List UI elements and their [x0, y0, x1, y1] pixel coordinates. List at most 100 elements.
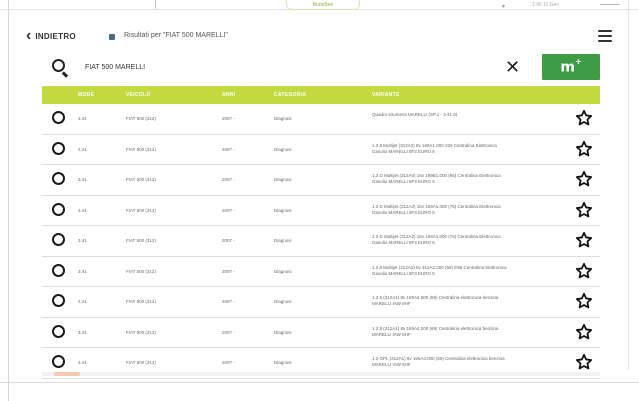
- star-outline-icon[interactable]: [575, 170, 593, 188]
- table-row[interactable]: 3.41 FIAT 500 (312) 2007 - Diagnosi 1.3 D Mu…: [42, 226, 600, 257]
- cell-mode: 3.41: [78, 207, 87, 213]
- table-body: 3.41 FIAT 500 (312) 2007 - Diagnosi Quadro s…: [42, 104, 600, 379]
- status-time: 1:45 11 Gen: [532, 2, 560, 8]
- page-header: ‹ INDIETRO Risultati per "FIAT 500 MAREL…: [26, 26, 616, 48]
- cell-variant: 1.2 8 (312A1) 8v 169A4.000 (69) Centrali…: [372, 295, 499, 306]
- table-row[interactable]: 3.41 FIAT 500 (312) 2007 - Diagnosi Quadro s…: [42, 104, 600, 135]
- search-bar: ✕ m+: [52, 54, 600, 82]
- radio-icon[interactable]: [52, 324, 65, 338]
- table-row[interactable]: 3.41 FIAT 500 (312) 2007 - Diagnosi 1.2 8 (3…: [42, 287, 600, 318]
- cell-category: Diagnosi: [274, 329, 292, 335]
- cell-vehicle: FIAT 500 (312): [126, 360, 156, 365]
- search-icon[interactable]: [52, 59, 69, 78]
- cell-vehicle: FIAT 500 (312): [126, 268, 156, 274]
- cell-vehicle: FIAT 500 (312): [126, 299, 156, 304]
- cell-variant: 1.3 D Multijet (312A5) 16v 199B1.000 (95…: [372, 173, 501, 184]
- results-table: MODE VEICOLO ANNI CATEGORIA VARIANTE 3.4…: [42, 86, 600, 379]
- table-row[interactable]: 3.41 FIAT 500 (312) 2007 - Diagnosi 1.3 D Mu…: [42, 196, 600, 226]
- cell-variant: 1.2 GPL (312A1) 8v 169A4.000 (69) Centra…: [372, 356, 505, 367]
- cell-years: 2007 -: [222, 238, 235, 243]
- cell-years: 2007 -: [222, 329, 235, 335]
- cell-category: Diagnosi: [274, 207, 292, 213]
- table-header: MODE VEICOLO ANNI CATEGORIA VARIANTE: [42, 86, 600, 104]
- cell-years: 2007 -: [222, 177, 235, 182]
- table-row[interactable]: 3.41 FIAT 500 (312) 2007 - Diagnosi 1.2 8 (3…: [42, 318, 600, 348]
- cell-category: Diagnosi: [274, 360, 292, 365]
- status-bar: BrainBee ▾ 1:45 11 Gen: [0, 0, 639, 12]
- back-button[interactable]: ‹ INDIETRO: [26, 28, 76, 44]
- radio-icon[interactable]: [52, 355, 65, 368]
- table-row[interactable]: 3.41 FIAT 500 (312) 2007 - Diagnosi 1.3 D Mu…: [42, 165, 600, 196]
- brand-logo: BrainBee: [286, 0, 360, 10]
- left-frame-line: [8, 0, 9, 401]
- status-line: [600, 4, 620, 5]
- cell-category: Diagnosi: [274, 299, 292, 304]
- star-outline-icon[interactable]: [575, 262, 593, 280]
- back-label: INDIETRO: [35, 31, 76, 41]
- right-frame-line: [628, 0, 629, 370]
- column-header-vehicle[interactable]: VEICOLO: [126, 92, 151, 98]
- add-entry-icon: m+: [560, 56, 582, 76]
- cell-years: 2007 -: [222, 207, 235, 213]
- cell-variant: 1.3 D Multijet (312A2) 16v 169A1.000 (75…: [372, 234, 501, 245]
- radio-icon[interactable]: [52, 141, 65, 155]
- cell-category: Diagnosi: [274, 268, 292, 274]
- cell-years: 2007 -: [222, 116, 235, 121]
- folder-icon: [109, 34, 115, 40]
- cell-variant: 1.2 8 Multijet (312A2) 8v 312A2.000 (69)…: [372, 264, 507, 276]
- cell-years: 2007 -: [222, 360, 235, 365]
- cell-category: Diagnosi: [274, 238, 292, 243]
- star-outline-icon[interactable]: [575, 140, 593, 158]
- add-entry-button[interactable]: m+: [542, 54, 600, 80]
- cell-mode: 3.41: [78, 116, 87, 121]
- close-icon[interactable]: ✕: [505, 58, 520, 76]
- cell-mode: 3.41: [78, 360, 87, 365]
- cell-variant: 1.2 8 (312A1) 8v 169A4.000 (69) Centrali…: [372, 325, 499, 337]
- radio-icon[interactable]: [52, 172, 65, 185]
- cell-vehicle: FIAT 500 (312): [126, 207, 156, 213]
- star-outline-icon[interactable]: [575, 109, 593, 127]
- cell-years: 2007 -: [222, 299, 235, 304]
- status-indicator-icon: ▾: [502, 4, 506, 10]
- column-header-mode[interactable]: MODE: [78, 92, 94, 98]
- cell-mode: 3.41: [78, 268, 87, 274]
- horizontal-scrollbar[interactable]: [42, 372, 600, 376]
- radio-icon[interactable]: [52, 111, 65, 124]
- cell-mode: 3.41: [78, 146, 87, 152]
- breadcrumb: Risultati per "FIAT 500 MARELLI": [124, 32, 228, 39]
- radio-icon[interactable]: [52, 202, 65, 216]
- star-outline-icon[interactable]: [575, 323, 593, 341]
- column-header-category[interactable]: CATEGORIA: [274, 92, 306, 98]
- star-outline-icon[interactable]: [575, 353, 593, 371]
- scrollbar-thumb[interactable]: [54, 372, 80, 376]
- cell-variant: Quadro strumenti MARELLI (SP.1 - 3.41.8): [372, 112, 458, 117]
- cell-mode: 3.41: [78, 299, 87, 304]
- star-outline-icon[interactable]: [575, 292, 593, 310]
- chevron-left-icon: ‹: [26, 27, 32, 44]
- column-header-years[interactable]: ANNI: [222, 92, 235, 98]
- table-row[interactable]: 3.41 FIAT 500 (312) 2007 - Diagnosi 1.2 8 Mu…: [42, 135, 600, 165]
- cell-category: Diagnosi: [274, 116, 292, 121]
- cell-vehicle: FIAT 500 (312): [126, 146, 156, 152]
- radio-icon[interactable]: [52, 294, 65, 307]
- cell-variant: 1.2 8 Multijet (312A2) 8v 169A1.000 229 …: [372, 142, 497, 154]
- radio-icon[interactable]: [52, 233, 65, 246]
- cell-years: 2007 -: [222, 268, 235, 274]
- star-outline-icon[interactable]: [575, 231, 593, 249]
- cell-vehicle: FIAT 500 (312): [126, 177, 156, 182]
- table-row[interactable]: 3.41 FIAT 500 (312) 2007 - Diagnosi 1.2 8 Mu…: [42, 257, 600, 287]
- search-input[interactable]: [85, 58, 505, 76]
- cell-mode: 3.41: [78, 238, 87, 243]
- cell-years: 2007 -: [222, 146, 235, 152]
- cell-vehicle: FIAT 500 (312): [126, 238, 156, 243]
- cell-vehicle: FIAT 500 (312): [126, 116, 156, 121]
- bottom-frame-line: [0, 382, 639, 383]
- cell-category: Diagnosi: [274, 146, 292, 152]
- star-outline-icon[interactable]: [575, 201, 593, 219]
- radio-icon[interactable]: [52, 263, 65, 277]
- cell-category: Diagnosi: [274, 177, 292, 182]
- cell-mode: 3.41: [78, 329, 87, 335]
- column-header-variant[interactable]: VARIANTE: [372, 92, 400, 98]
- cell-vehicle: FIAT 500 (312): [126, 329, 156, 335]
- hamburger-menu-icon[interactable]: [598, 30, 612, 42]
